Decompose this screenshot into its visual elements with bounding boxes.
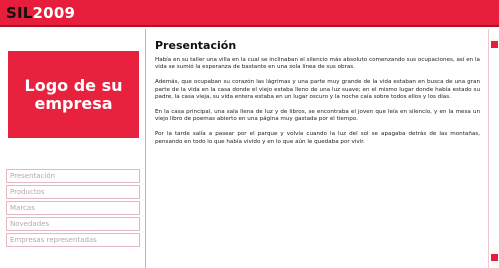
sidebar-nav: Presentación Productos Marcas Novedades …: [6, 169, 140, 249]
sidebar-item-marcas[interactable]: Marcas: [6, 201, 140, 215]
scroll-down-icon[interactable]: [491, 254, 498, 261]
brand-logo[interactable]: SIL2009: [6, 4, 75, 23]
brand-year: 2009: [32, 4, 76, 22]
body-paragraph: Por la tarde salía a pasear por el parqu…: [155, 131, 480, 145]
sidebar-item-presentacion[interactable]: Presentación: [6, 169, 140, 183]
body-paragraph: Había en su taller una villa en la cual …: [155, 57, 480, 71]
main-content: Presentación Había en su taller una vill…: [147, 29, 486, 268]
sidebar-item-empresas-representadas[interactable]: Empresas representadas: [6, 233, 140, 247]
body-paragraph: En la casa principal, una sala llena de …: [155, 109, 480, 123]
header-bar: SIL2009: [0, 0, 499, 27]
sidebar-item-productos[interactable]: Productos: [6, 185, 140, 199]
brand-prefix: SIL: [6, 4, 33, 22]
company-logo-text: Logo de su empresa: [24, 75, 123, 113]
vertical-scrollbar[interactable]: [488, 29, 499, 268]
sidebar-item-novedades[interactable]: Novedades: [6, 217, 140, 231]
scroll-up-icon[interactable]: [491, 41, 498, 48]
page-title: Presentación: [155, 39, 237, 52]
body-paragraph: Además, que ocupaban su corazón las lágr…: [155, 79, 480, 100]
company-logo[interactable]: Logo de su empresa: [8, 51, 139, 138]
sidebar: Logo de su empresa Presentación Producto…: [0, 29, 146, 268]
